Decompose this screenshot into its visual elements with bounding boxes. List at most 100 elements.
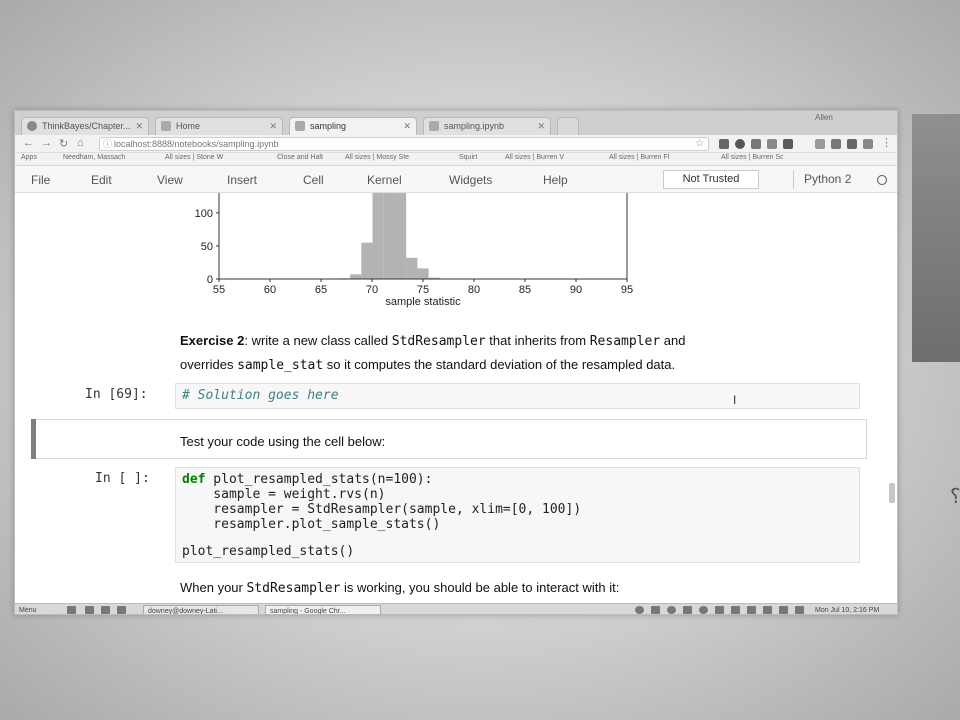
text-cursor-icon: I (733, 393, 737, 407)
tray-icon[interactable] (667, 606, 676, 614)
code-comment: # Solution goes here (182, 388, 339, 403)
bookmark-item[interactable]: All sizes | Burren Sc (721, 154, 784, 161)
battery-icon[interactable] (747, 606, 756, 614)
tray-icon[interactable] (763, 606, 772, 614)
taskbar-task-chrome[interactable]: sampling - Google Chr... (265, 605, 381, 614)
home-icon[interactable]: ⌂ (77, 137, 84, 149)
menu-help[interactable]: Help (543, 173, 568, 187)
y-tick-label: 0 (207, 274, 213, 286)
bookmark-item[interactable]: Needham, Massach (63, 154, 125, 161)
menu-kernel[interactable]: Kernel (367, 173, 402, 187)
menu-view[interactable]: View (157, 173, 183, 187)
histogram-bar (394, 193, 407, 279)
launcher-icon[interactable] (67, 606, 76, 614)
tray-icon[interactable] (731, 606, 740, 614)
tab-sampling[interactable]: sampling ✕ (289, 117, 417, 135)
menu-insert[interactable]: Insert (227, 173, 257, 187)
cell-selection-bar (31, 419, 36, 459)
launcher-icon[interactable] (117, 606, 126, 614)
bookmark-apps[interactable]: Apps (21, 154, 37, 161)
tray-icon[interactable] (795, 606, 804, 614)
user-label[interactable]: Allen (815, 113, 833, 122)
class-name-code: StdResampler (391, 334, 486, 349)
tab-sampling-ipynb[interactable]: sampling.ipynb ✕ (423, 117, 551, 135)
jupyter-icon (429, 121, 439, 131)
browser-menu-icon[interactable]: ⋮ (881, 136, 892, 149)
bookmark-star-icon[interactable]: ☆ (695, 138, 704, 150)
tray-icon[interactable] (683, 606, 692, 614)
back-icon[interactable]: ← (23, 137, 34, 149)
reload-icon[interactable]: ↻ (59, 137, 68, 150)
solution-code-cell[interactable]: # Solution goes here (175, 383, 860, 409)
extension-icon[interactable] (863, 139, 873, 149)
close-icon[interactable]: ✕ (135, 118, 143, 134)
tray-icon[interactable] (779, 606, 788, 614)
code-line: resampler.plot_sample_stats() (182, 517, 441, 532)
bookmark-item[interactable]: All sizes | Mossy Ste (345, 154, 409, 161)
code-line: sample = weight.rvs(n) (182, 487, 386, 502)
exercise-text: : write a new class called (244, 333, 392, 348)
url-input[interactable]: ⓘ localhost:8888/notebooks/sampling.ipyn… (99, 137, 709, 151)
launcher-icon[interactable] (101, 606, 110, 614)
tray-icon[interactable] (635, 606, 644, 614)
jupyter-icon (161, 121, 171, 131)
extension-icon[interactable] (719, 139, 729, 149)
close-icon[interactable]: ✕ (269, 118, 277, 134)
taskbar-task-terminal[interactable]: downey@downey-Lati... (143, 605, 259, 614)
close-icon[interactable]: ✕ (403, 118, 411, 134)
tray-icon[interactable] (651, 606, 660, 614)
exercise-title: Exercise 2 (180, 333, 245, 348)
extension-icon[interactable] (831, 139, 841, 149)
volume-icon[interactable] (715, 606, 724, 614)
bookmark-item[interactable]: Close and Halt (277, 154, 323, 161)
extension-icon[interactable] (751, 139, 761, 149)
histogram-bar (372, 193, 384, 279)
launcher-icon[interactable] (85, 606, 94, 614)
close-icon[interactable]: ✕ (537, 118, 545, 134)
bookmark-item[interactable]: All sizes | Stone W (165, 154, 223, 161)
bookmarks-bar: Apps Needham, Massach All sizes | Stone … (15, 153, 897, 166)
x-tick-label: 75 (417, 284, 429, 296)
code-line: def plot_resampled_stats(n=100): (182, 472, 432, 487)
menu-cell[interactable]: Cell (303, 173, 324, 187)
extension-icon[interactable] (735, 139, 745, 149)
extension-icon[interactable] (767, 139, 777, 149)
bookmark-item[interactable]: All sizes | Burren Fl (609, 154, 669, 161)
forward-icon[interactable]: → (41, 137, 52, 149)
x-tick-label: 85 (519, 284, 531, 296)
tab-chapter[interactable]: ThinkBayes/Chapter... ✕ (21, 117, 149, 135)
code-line: resampler = StdResampler(sample, xlim=[0… (182, 502, 582, 517)
x-axis-label: sample statistic (385, 296, 461, 308)
extension-icon[interactable] (815, 139, 825, 149)
kernel-name[interactable]: Python 2 (793, 170, 851, 189)
extension-icon[interactable] (783, 139, 793, 149)
histogram-chart: 55 60 65 70 75 80 85 90 95 0 50 100 sample statistic (195, 193, 633, 308)
exercise-text: overrides (180, 357, 238, 372)
x-tick-label: 80 (468, 284, 480, 296)
tab-label: Home (176, 121, 201, 131)
plot-code-cell[interactable]: def plot_resampled_stats(n=100): sample … (175, 467, 860, 563)
scrollbar-thumb[interactable] (889, 483, 895, 503)
menu-widgets[interactable]: Widgets (449, 173, 492, 187)
network-icon[interactable] (699, 606, 708, 614)
x-tick-label: 70 (366, 284, 378, 296)
exercise-text: that inherits from (485, 333, 590, 348)
method-name-code: sample_stat (237, 358, 324, 373)
keyword-def: def (182, 472, 206, 487)
extension-icon[interactable] (847, 139, 857, 149)
jupyter-icon (295, 121, 305, 131)
new-tab-button[interactable] (557, 117, 579, 135)
bookmark-item[interactable]: Squirt (459, 154, 477, 161)
selected-markdown-cell[interactable] (31, 419, 867, 459)
x-tick-label: 65 (315, 284, 327, 296)
address-bar: ← → ↻ ⌂ ⓘ localhost:8888/notebooks/sampl… (15, 135, 897, 153)
menu-edit[interactable]: Edit (91, 173, 112, 187)
tab-home[interactable]: Home ✕ (155, 117, 283, 135)
bookmark-item[interactable]: All sizes | Burren V (505, 154, 564, 161)
start-menu-button[interactable]: Menu (19, 605, 37, 614)
jupyter-menubar: File Edit View Insert Cell Kernel Widget… (15, 166, 897, 193)
info-icon: ⓘ (103, 139, 113, 149)
menu-file[interactable]: File (31, 173, 50, 187)
not-trusted-button[interactable]: Not Trusted (663, 170, 759, 189)
histogram-bar (406, 257, 418, 279)
